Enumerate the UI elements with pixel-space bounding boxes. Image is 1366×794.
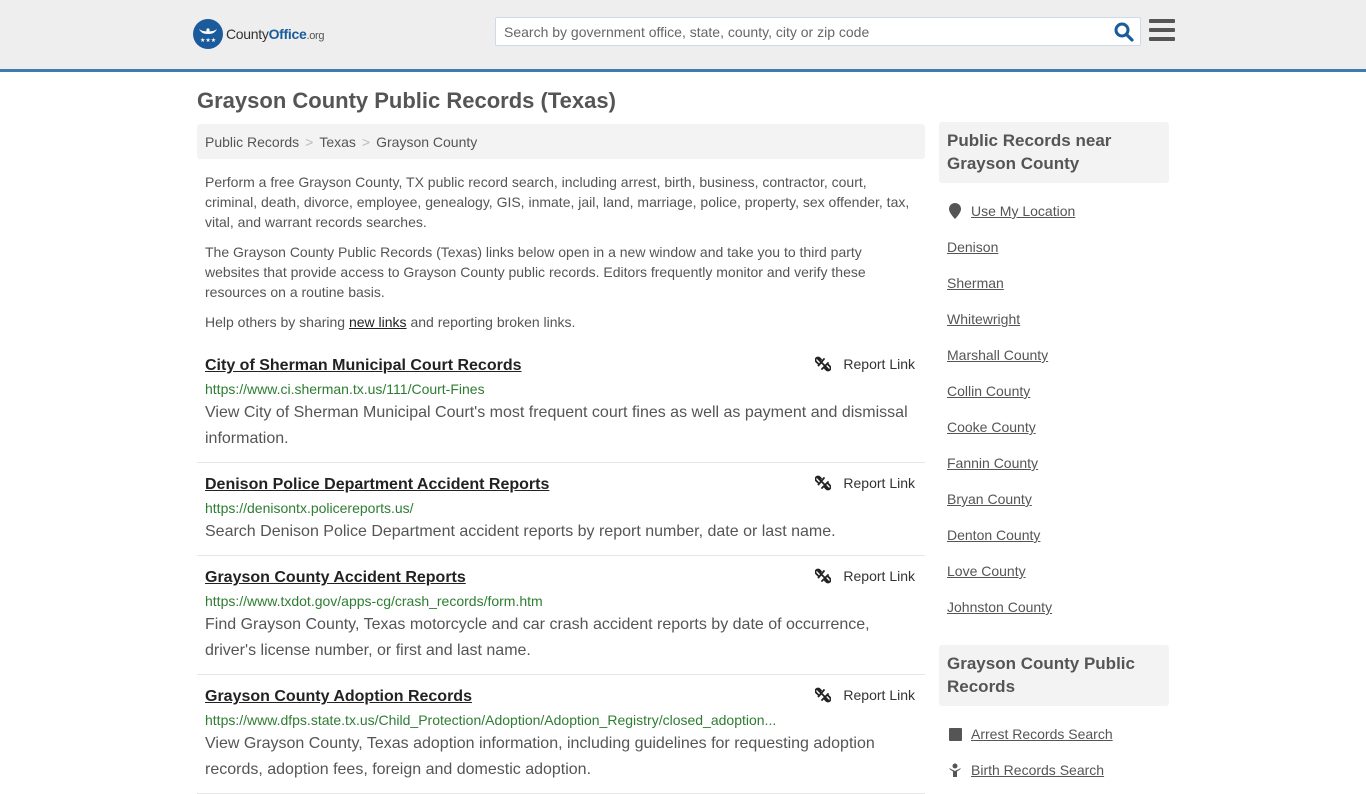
- record-url[interactable]: https://www.txdot.gov/apps-cg/crash_reco…: [205, 593, 917, 609]
- intro: Perform a free Grayson County, TX public…: [197, 172, 925, 332]
- record-item: Grayson County Adoption Records Report L…: [197, 675, 925, 794]
- breadcrumb-public-records[interactable]: Public Records: [205, 134, 299, 150]
- report-link-label: Report Link: [843, 475, 915, 491]
- search-box: [495, 17, 1141, 46]
- breadcrumb-separator: >: [305, 134, 314, 150]
- nearby-link-fannin-county[interactable]: Fannin County: [947, 445, 1038, 481]
- broken-link-icon: [815, 568, 832, 584]
- search-input[interactable]: [496, 18, 1096, 45]
- nearby-item: Johnston County: [947, 589, 1161, 625]
- baby-icon: [947, 763, 963, 777]
- breadcrumb: Public Records > Texas > Grayson County: [197, 124, 925, 159]
- county-records-heading: Grayson County Public Records: [939, 645, 1169, 706]
- nearby-list: Use My Location Denison Sherman Whitewri…: [939, 183, 1169, 625]
- arrest-records-link[interactable]: Arrest Records Search: [971, 716, 1113, 752]
- new-links-link[interactable]: new links: [349, 314, 407, 330]
- nearby-link-denison[interactable]: Denison: [947, 229, 998, 265]
- nearby-link-denton-county[interactable]: Denton County: [947, 517, 1040, 553]
- nearby-link-collin-county[interactable]: Collin County: [947, 373, 1030, 409]
- logo-org: .org: [306, 30, 325, 42]
- search-icon[interactable]: [1114, 22, 1134, 42]
- report-link-button[interactable]: Report Link: [815, 356, 915, 372]
- broken-link-icon: [815, 356, 832, 372]
- share-note-text: Help others by sharing: [205, 314, 349, 330]
- record-description: View City of Sherman Municipal Court's m…: [205, 404, 908, 447]
- nearby-link-cooke-county[interactable]: Cooke County: [947, 409, 1036, 445]
- share-note: Help others by sharing new links and rep…: [205, 312, 917, 332]
- nearby-item: Denison: [947, 229, 1161, 265]
- county-record-item: Birth Records Search: [947, 752, 1161, 788]
- report-link-button[interactable]: Report Link: [815, 475, 915, 491]
- nearby-item: Collin County: [947, 373, 1161, 409]
- logo-link[interactable]: ★★★ CountyOffice.org: [193, 19, 325, 49]
- record-item: City of Sherman Municipal Court Records …: [197, 352, 925, 463]
- intro-paragraph: The Grayson County Public Records (Texas…: [205, 244, 866, 300]
- record-item: Grayson County Accident Reports Report L…: [197, 556, 925, 675]
- page-title: Grayson County Public Records (Texas): [197, 88, 616, 113]
- record-description: View Grayson County, Texas adoption info…: [205, 735, 875, 778]
- nearby-item: Love County: [947, 553, 1161, 589]
- eagle-logo-icon: ★★★: [193, 19, 223, 49]
- nearby-item: Cooke County: [947, 409, 1161, 445]
- record-title-link[interactable]: Denison Police Department Accident Repor…: [205, 476, 549, 493]
- nearby-link-love-county[interactable]: Love County: [947, 553, 1026, 589]
- use-my-location-link[interactable]: Use My Location: [971, 193, 1075, 229]
- birth-records-link[interactable]: Birth Records Search: [971, 752, 1104, 788]
- map-pin-icon: [947, 203, 963, 219]
- record-title-link[interactable]: City of Sherman Municipal Court Records: [205, 357, 521, 374]
- county-record-item: Arrest Records Search: [947, 716, 1161, 752]
- logo-office: Office: [268, 26, 307, 42]
- breadcrumb-separator: >: [361, 134, 371, 150]
- record-description: Search Denison Police Department acciden…: [205, 523, 836, 540]
- svg-text:★★★: ★★★: [200, 37, 216, 44]
- logo-text: CountyOffice.org: [226, 26, 325, 42]
- broken-link-icon: [815, 475, 832, 491]
- nearby-item: Whitewright: [947, 301, 1161, 337]
- record-title-link[interactable]: Grayson County Adoption Records: [205, 688, 472, 705]
- hamburger-menu-icon[interactable]: [1149, 19, 1175, 43]
- intro-paragraph: Perform a free Grayson County, TX public…: [205, 174, 910, 230]
- sidebar: Public Records near Grayson County Use M…: [939, 122, 1169, 788]
- nearby-heading: Public Records near Grayson County: [939, 122, 1169, 183]
- use-location-item: Use My Location: [947, 193, 1161, 229]
- nearby-item: Bryan County: [947, 481, 1161, 517]
- nearby-link-sherman[interactable]: Sherman: [947, 265, 1004, 301]
- record-url[interactable]: https://denisontx.policereports.us/: [205, 500, 917, 516]
- report-link-button[interactable]: Report Link: [815, 687, 915, 703]
- square-icon: [947, 727, 963, 741]
- record-description: Find Grayson County, Texas motorcycle an…: [205, 616, 870, 659]
- nearby-item: Fannin County: [947, 445, 1161, 481]
- breadcrumb-current: Grayson County: [376, 134, 478, 150]
- nearby-item: Denton County: [947, 517, 1161, 553]
- share-note-text: and reporting broken links.: [406, 314, 576, 330]
- site-header: ★★★ CountyOffice.org: [0, 0, 1366, 72]
- nearby-link-bryan-county[interactable]: Bryan County: [947, 481, 1032, 517]
- nearby-item: Marshall County: [947, 337, 1161, 373]
- record-url[interactable]: https://www.ci.sherman.tx.us/111/Court-F…: [205, 381, 917, 397]
- record-url[interactable]: https://www.dfps.state.tx.us/Child_Prote…: [205, 712, 917, 728]
- report-link-label: Report Link: [843, 687, 915, 703]
- county-records-list: Arrest Records Search Birth Records Sear…: [939, 706, 1169, 788]
- nearby-link-johnston-county[interactable]: Johnston County: [947, 589, 1052, 625]
- logo-county: County: [226, 26, 269, 42]
- report-link-button[interactable]: Report Link: [815, 568, 915, 584]
- main-content: Public Records > Texas > Grayson County Perf…: [197, 124, 925, 794]
- report-link-label: Report Link: [843, 568, 915, 584]
- report-link-label: Report Link: [843, 356, 915, 372]
- record-title-link[interactable]: Grayson County Accident Reports: [205, 569, 466, 586]
- nearby-link-whitewright[interactable]: Whitewright: [947, 301, 1020, 337]
- broken-link-icon: [815, 687, 832, 703]
- records-list: City of Sherman Municipal Court Records …: [197, 352, 925, 794]
- nearby-link-marshall-county[interactable]: Marshall County: [947, 337, 1048, 373]
- record-item: Denison Police Department Accident Repor…: [197, 463, 925, 556]
- breadcrumb-texas[interactable]: Texas: [319, 134, 356, 150]
- nearby-item: Sherman: [947, 265, 1161, 301]
